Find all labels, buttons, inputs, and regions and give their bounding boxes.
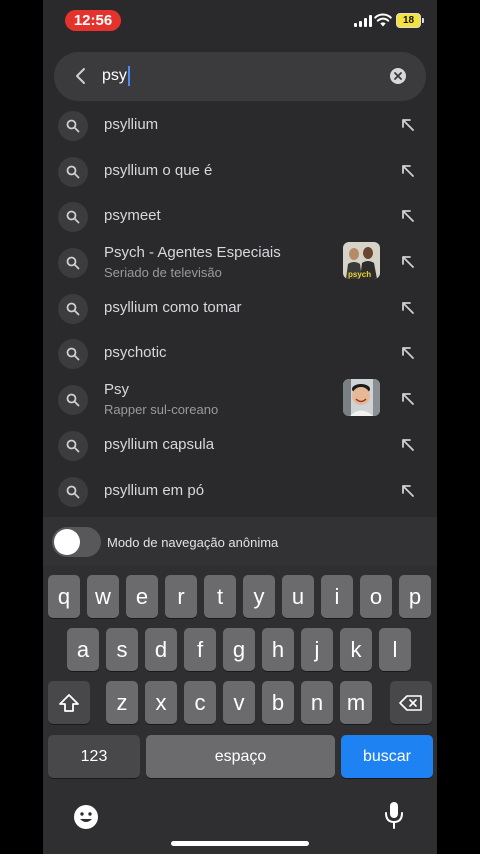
search-icon [58,111,88,141]
psych-thumbnail: psych [343,242,380,279]
key-y[interactable]: y [243,575,275,618]
arrow-up-left-icon[interactable] [401,438,415,452]
cellular-signal-icon [354,15,372,27]
thumbnail-text: psych [348,270,371,279]
key-z[interactable]: z [106,681,138,724]
backspace-icon [399,694,422,711]
key-g[interactable]: g [223,628,255,671]
key-j[interactable]: j [301,628,333,671]
search-key[interactable]: buscar [341,735,433,778]
suggestion-title: psyllium em pó [104,482,205,499]
arrow-up-left-icon[interactable] [401,164,415,178]
incognito-label: Modo de navegação anônima [107,535,279,550]
key-v[interactable]: v [223,681,255,724]
search-icon [58,339,88,369]
key-q[interactable]: q [48,575,80,618]
key-f[interactable]: f [184,628,216,671]
key-w[interactable]: w [87,575,119,618]
suggestion-item[interactable]: psyllium capsula [43,423,437,468]
keyboard: q w e r t y u i o p a s d f g h j k l z … [43,566,437,854]
key-e[interactable]: e [126,575,158,618]
key-l[interactable]: l [379,628,411,671]
search-icon [58,385,88,415]
search-input[interactable]: psy [102,66,130,86]
key-m[interactable]: m [340,681,372,724]
arrow-up-left-icon[interactable] [401,346,415,360]
shift-key[interactable] [48,681,90,724]
suggestion-title: Psy [104,381,130,398]
suggestion-item[interactable]: psyllium como tomar [43,286,437,331]
toggle-knob [54,529,80,555]
suggestion-subtitle: Rapper sul-coreano [104,402,219,417]
arrow-up-left-icon[interactable] [401,484,415,498]
key-s[interactable]: s [106,628,138,671]
emoji-icon[interactable] [72,803,100,831]
search-icon [58,202,88,232]
key-a[interactable]: a [67,628,99,671]
search-bar[interactable]: psy [54,52,426,101]
key-d[interactable]: d [145,628,177,671]
microphone-icon[interactable] [383,800,405,830]
suggestion-title: psyllium o que é [104,162,213,179]
suggestion-item[interactable]: psychotic [43,331,437,376]
search-icon [58,248,88,278]
search-icon [58,477,88,507]
status-time: 12:56 [65,10,121,31]
search-query: psy [102,67,127,84]
key-t[interactable]: t [204,575,236,618]
key-r[interactable]: r [165,575,197,618]
status-bar: 12:56 18 [43,0,437,44]
clear-icon[interactable] [390,68,406,84]
numbers-key[interactable]: 123 [48,735,140,778]
arrow-up-left-icon[interactable] [401,301,415,315]
suggestion-title: psyllium capsula [104,436,215,453]
key-k[interactable]: k [340,628,372,671]
suggestion-title: Psych - Agentes Especiais [104,244,281,261]
suggestion-title: psymeet [104,207,161,224]
key-u[interactable]: u [282,575,314,618]
suggestion-title: psychotic [104,344,167,361]
search-icon [58,157,88,187]
suggestion-subtitle: Seriado de televisão [104,265,222,280]
suggestion-item[interactable]: psyllium [43,103,437,148]
space-key[interactable]: espaço [146,735,335,778]
key-b[interactable]: b [262,681,294,724]
psy-thumbnail [343,379,380,416]
delete-key[interactable] [390,681,432,724]
suggestion-item[interactable]: psyllium em pó [43,469,437,514]
incognito-toggle[interactable] [52,527,101,557]
key-o[interactable]: o [360,575,392,618]
key-i[interactable]: i [321,575,353,618]
search-icon [58,294,88,324]
battery-icon: 18 [396,13,424,28]
suggestion-item[interactable]: psyllium o que é [43,149,437,194]
phone-screen: 12:56 18 psy psyllium psyllium o que é p… [43,0,437,854]
chevron-left-icon[interactable] [69,64,93,88]
suggestion-title: psyllium [104,116,159,133]
shift-icon [59,693,79,712]
home-indicator[interactable] [171,841,309,846]
arrow-up-left-icon[interactable] [401,118,415,132]
suggestion-item[interactable]: Psy Rapper sul-coreano [43,377,437,422]
arrow-up-left-icon[interactable] [401,392,415,406]
key-x[interactable]: x [145,681,177,724]
key-p[interactable]: p [399,575,431,618]
incognito-row: Modo de navegação anônima [43,517,437,566]
key-h[interactable]: h [262,628,294,671]
search-icon [58,431,88,461]
text-caret [127,66,130,86]
key-n[interactable]: n [301,681,333,724]
suggestion-item[interactable]: psymeet [43,194,437,239]
suggestion-item[interactable]: Psych - Agentes Especiais Seriado de tel… [43,240,437,285]
wifi-icon [374,13,392,27]
arrow-up-left-icon[interactable] [401,255,415,269]
suggestion-title: psyllium como tomar [104,299,242,316]
key-c[interactable]: c [184,681,216,724]
arrow-up-left-icon[interactable] [401,209,415,223]
